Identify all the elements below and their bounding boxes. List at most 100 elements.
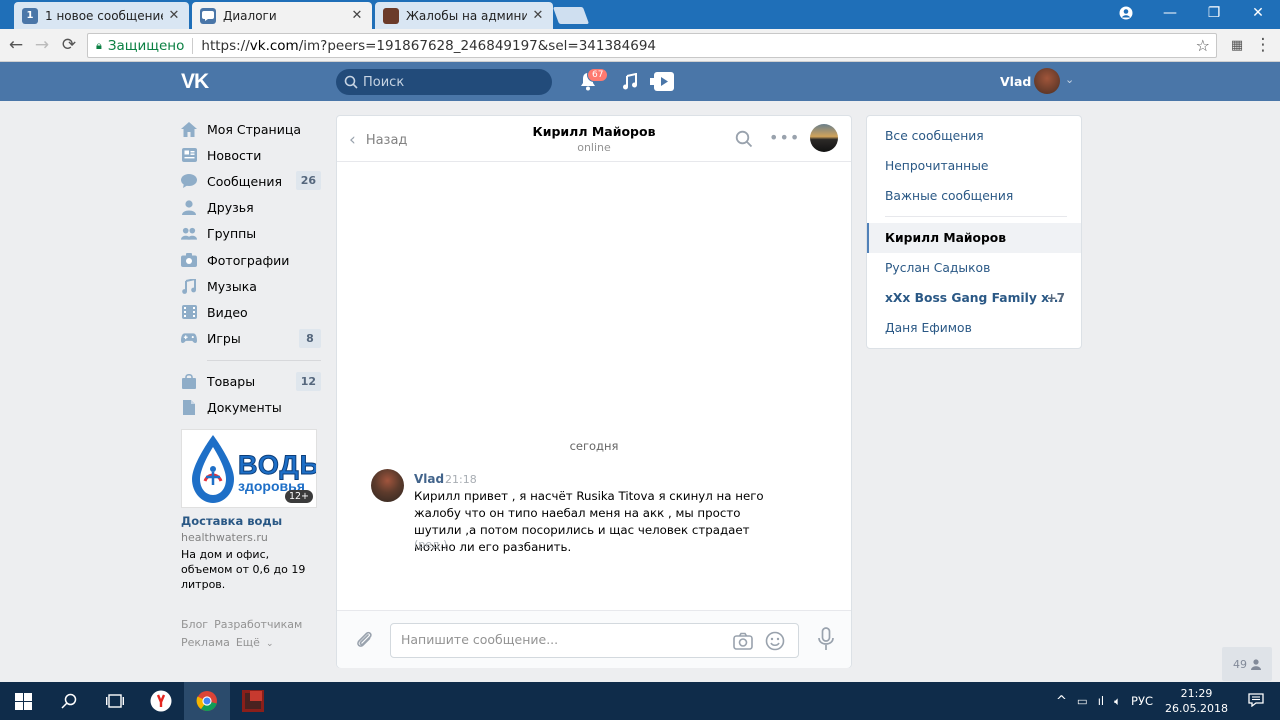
sidebar-item-my-page[interactable]: Моя Страница: [181, 116, 321, 142]
user-name[interactable]: Vlad: [1000, 74, 1031, 89]
emoji-icon[interactable]: [765, 631, 785, 651]
qr-extension-icon[interactable]: ▦: [1226, 34, 1248, 56]
dialog-name: xXx Boss Gang Family x...: [885, 291, 1064, 305]
ad-domain[interactable]: healthwaters.ru: [181, 531, 321, 544]
notification-center-icon[interactable]: [1248, 692, 1264, 710]
sidebar-item-goods[interactable]: Товары 12: [181, 369, 321, 395]
dialog-item[interactable]: Руслан Садыков: [867, 253, 1081, 283]
sidebar-item-groups[interactable]: Группы: [181, 221, 321, 247]
input-language[interactable]: РУС: [1131, 694, 1153, 708]
profile-icon[interactable]: [1104, 0, 1148, 26]
windows-taskbar: ^ ▭ ıl 🔈︎ РУС 21:29 26.05.2018: [0, 682, 1280, 720]
footer-link-ads[interactable]: Реклама: [181, 636, 230, 649]
close-tab-icon[interactable]: ✕: [350, 8, 364, 23]
dialog-name: Кирилл Майоров: [885, 231, 1007, 245]
message-input-box[interactable]: [390, 623, 799, 658]
divider: [192, 37, 194, 54]
vk-logo[interactable]: VK: [181, 70, 209, 94]
address-bar[interactable]: 🔒︎ Защищено https://vk.com/im?peers=1918…: [87, 33, 1217, 58]
filter-all-messages[interactable]: Все сообщения: [867, 121, 1081, 151]
yandex-browser-icon[interactable]: [138, 682, 184, 720]
close-window-icon[interactable]: ✕: [1236, 0, 1280, 26]
music-note-icon[interactable]: [622, 73, 638, 90]
filter-unread[interactable]: Непрочитанные: [867, 151, 1081, 181]
volume-icon[interactable]: 🔈︎: [1114, 694, 1121, 709]
sidebar-item-news[interactable]: Новости: [181, 142, 321, 168]
windows-start-icon[interactable]: [0, 682, 46, 720]
dialog-item[interactable]: Даня Ефимов: [867, 313, 1081, 343]
messages-icon: [181, 173, 197, 189]
date-separator: сегодня: [569, 439, 619, 453]
lock-icon: 🔒︎: [96, 38, 102, 52]
video-play-icon[interactable]: [650, 72, 674, 91]
tab-complaints[interactable]: Жалобы на администра ✕: [375, 2, 553, 29]
ad-title[interactable]: Доставка воды: [181, 514, 321, 528]
sidebar-item-label: Игры: [207, 331, 241, 347]
online-friends-button[interactable]: 49: [1222, 647, 1272, 681]
close-tab-icon[interactable]: ✕: [531, 8, 545, 23]
more-options-icon[interactable]: •••: [769, 128, 800, 147]
app-icon[interactable]: [230, 682, 276, 720]
close-tab-icon[interactable]: ✕: [167, 8, 181, 23]
search-input[interactable]: [363, 74, 533, 90]
clock[interactable]: 21:29 26.05.2018: [1165, 686, 1228, 716]
search-icon[interactable]: [735, 130, 753, 148]
groups-icon: [181, 226, 197, 242]
sidebar-item-games[interactable]: Игры 8: [181, 326, 321, 352]
friends-icon: [181, 200, 197, 216]
footer-link-more[interactable]: Ещё: [236, 636, 260, 649]
bookmark-star-icon[interactable]: ☆: [1196, 36, 1210, 55]
peer-avatar[interactable]: [810, 124, 838, 152]
sidebar-item-label: Документы: [207, 400, 282, 416]
paperclip-icon[interactable]: [354, 629, 374, 649]
chevron-down-icon[interactable]: ⌄: [1065, 73, 1074, 86]
filter-important[interactable]: Важные сообщения: [867, 181, 1081, 211]
message-author-avatar[interactable]: [371, 469, 404, 502]
url-host: vk.com: [249, 37, 299, 54]
ad-banner-image[interactable]: ВОДЫ здоровья 12+: [181, 429, 317, 509]
search-icon[interactable]: [46, 682, 92, 720]
new-tab-button[interactable]: [552, 7, 590, 24]
task-view-icon[interactable]: [92, 682, 138, 720]
restore-icon[interactable]: ❐: [1192, 0, 1236, 26]
bag-icon: [181, 374, 197, 390]
footer-link-developers[interactable]: Разработчикам: [214, 618, 302, 631]
sidebar-item-messages[interactable]: Сообщения 26: [181, 168, 321, 194]
sidebar-item-label: Друзья: [207, 200, 254, 216]
user-avatar[interactable]: [1034, 68, 1060, 94]
sidebar-item-video[interactable]: Видео: [181, 299, 321, 325]
sidebar-item-friends[interactable]: Друзья: [181, 195, 321, 221]
tab-title: Диалоги: [223, 8, 277, 23]
battery-icon[interactable]: ▭: [1077, 694, 1088, 708]
footer-link-blog[interactable]: Блог: [181, 618, 208, 631]
search-box[interactable]: [336, 69, 552, 95]
games-count-badge: 8: [299, 328, 321, 348]
minimize-icon[interactable]: —: [1148, 0, 1192, 26]
back-arrow-icon[interactable]: ←: [5, 34, 27, 56]
browser-tab-bar: 1 1 новое сообщение ✕ Диалоги ✕ Жалобы н…: [0, 0, 1280, 29]
message-time[interactable]: 21:18: [445, 473, 477, 486]
reload-icon[interactable]: ⟳: [58, 34, 80, 56]
microphone-icon[interactable]: [817, 627, 835, 651]
forward-arrow-icon[interactable]: →: [31, 34, 53, 56]
tab-title: 1 новое сообщение: [45, 8, 163, 23]
sidebar-item-label: Группы: [207, 226, 257, 242]
sidebar-item-photos[interactable]: Фотографии: [181, 247, 321, 273]
sidebar-item-music[interactable]: Музыка: [181, 273, 321, 299]
news-icon: [181, 147, 197, 163]
dialog-item[interactable]: Кирилл Майоров: [867, 223, 1081, 253]
camera-icon[interactable]: [733, 632, 753, 650]
tab-dialogs[interactable]: Диалоги ✕: [192, 2, 372, 29]
network-icon[interactable]: ıl: [1098, 694, 1104, 708]
secure-label: Защищено: [107, 37, 185, 54]
chat-header: ‹ Назад Кирилл Майоров online •••: [337, 116, 851, 162]
message-input[interactable]: [401, 632, 711, 647]
sidebar-item-documents[interactable]: Документы: [181, 395, 321, 421]
tab-new-message[interactable]: 1 1 новое сообщение ✕: [14, 2, 189, 29]
chrome-icon[interactable]: [184, 682, 230, 720]
sidebar-item-label: Товары: [207, 374, 256, 390]
chevron-up-icon[interactable]: ^: [1056, 694, 1067, 709]
message-author[interactable]: Vlad: [414, 472, 444, 486]
dialog-item[interactable]: xXx Boss Gang Family x... +7: [867, 283, 1081, 313]
browser-menu-icon[interactable]: ⋮: [1252, 34, 1274, 56]
